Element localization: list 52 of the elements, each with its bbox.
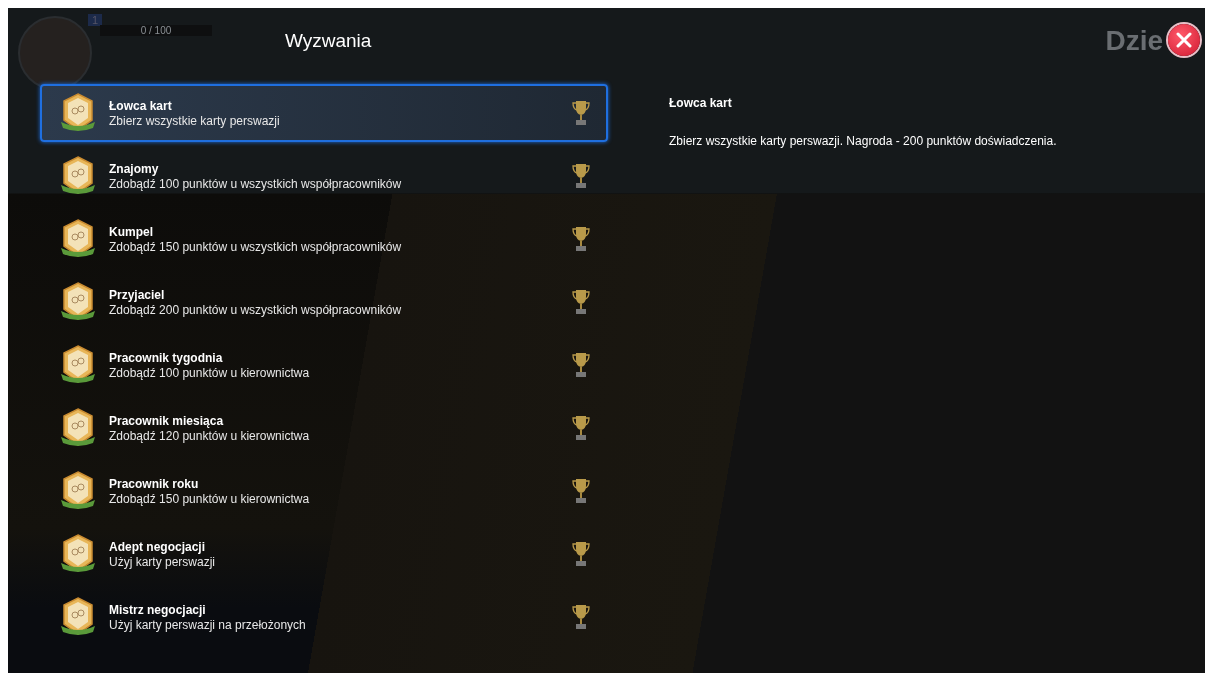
badge-icon xyxy=(60,407,96,449)
challenge-name: Znajomy xyxy=(109,161,160,176)
challenge-name: Łowca kart xyxy=(109,98,173,113)
badge-icon xyxy=(60,92,96,134)
trophy-icon xyxy=(572,163,590,189)
challenge-item[interactable]: Mistrz negocjacji Użyj karty perswazji na przełożonych xyxy=(40,588,608,646)
challenge-description: Zdobądź 150 punktów u wszystkich współpracowników xyxy=(109,239,403,254)
challenge-name: Mistrz negocjacji xyxy=(109,602,207,617)
challenge-description: Zdobądź 150 punktów u kierownictwa xyxy=(109,491,311,506)
challenge-description: Zbierz wszystkie karty perswazji xyxy=(109,113,281,128)
trophy-icon xyxy=(572,604,590,630)
challenge-item[interactable]: Adept negocjacji Użyj karty perswazji xyxy=(40,525,608,583)
challenge-name: Pracownik tygodnia xyxy=(109,350,224,365)
xp-bar: 0 / 100 xyxy=(100,25,212,36)
challenge-name: Pracownik roku xyxy=(109,476,200,491)
challenge-name: Pracownik miesiąca xyxy=(109,413,225,428)
trophy-icon xyxy=(572,100,590,126)
trophy-icon xyxy=(572,352,590,378)
trophy-icon xyxy=(572,415,590,441)
day-label: Dzie xyxy=(1105,25,1163,57)
badge-icon xyxy=(60,596,96,638)
challenge-name: Przyjaciel xyxy=(109,287,166,302)
challenge-description: Użyj karty perswazji na przełożonych xyxy=(109,617,307,632)
trophy-icon xyxy=(572,289,590,315)
badge-icon xyxy=(60,218,96,260)
challenge-item[interactable]: Kumpel Zdobądź 150 punktów u wszystkich współpracowników xyxy=(40,210,608,268)
badge-icon xyxy=(60,344,96,386)
challenge-description: Zdobądź 100 punktów u wszystkich współpracowników xyxy=(109,176,403,191)
challenge-item[interactable]: Pracownik tygodnia Zdobądź 100 punktów u kierownictwa xyxy=(40,336,608,394)
close-icon xyxy=(1176,32,1192,48)
challenge-item[interactable]: Łowca kart Zbierz wszystkie karty perswazji xyxy=(40,84,608,142)
trophy-icon xyxy=(572,541,590,567)
badge-icon xyxy=(60,470,96,512)
close-button[interactable] xyxy=(1168,24,1200,56)
challenge-item[interactable]: Pracownik roku Zdobądź 150 punktów u kierownictwa xyxy=(40,462,608,520)
detail-description: Zbierz wszystkie karty perswazji. Nagroda - 200 punktów doświadczenia. xyxy=(669,134,1057,148)
challenge-item[interactable]: Pracownik miesiąca Zdobądź 120 punktów u kierownictwa xyxy=(40,399,608,457)
badge-icon xyxy=(60,155,96,197)
badge-icon xyxy=(60,533,96,575)
challenge-item[interactable]: Znajomy Zdobądź 100 punktów u wszystkich współpracowników xyxy=(40,147,608,205)
challenge-description: Zdobądź 120 punktów u kierownictwa xyxy=(109,428,311,443)
challenge-description: Zdobądź 200 punktów u wszystkich współpracowników xyxy=(109,302,403,317)
challenge-description: Użyj karty perswazji xyxy=(109,554,217,569)
challenge-name: Kumpel xyxy=(109,224,154,239)
challenge-name: Adept negocjacji xyxy=(109,539,207,554)
trophy-icon xyxy=(572,478,590,504)
challenge-item[interactable]: Przyjaciel Zdobądź 200 punktów u wszystkich współpracowników xyxy=(40,273,608,331)
screen-title: Wyzwania xyxy=(285,30,372,52)
detail-title: Łowca kart xyxy=(669,96,733,110)
badge-icon xyxy=(60,281,96,323)
challenge-description: Zdobądź 100 punktów u kierownictwa xyxy=(109,365,311,380)
trophy-icon xyxy=(572,226,590,252)
